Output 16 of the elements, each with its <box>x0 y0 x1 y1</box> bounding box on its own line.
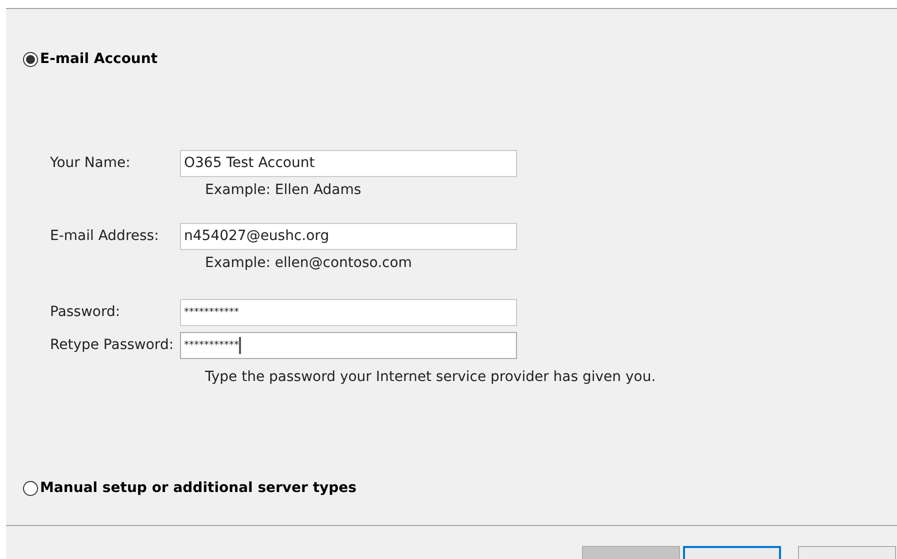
field-label: Your Name: <box>50 154 132 173</box>
text-field[interactable]: *********** <box>180 299 517 326</box>
field-label: Password: <box>50 303 122 322</box>
hint-text: Type the password your Internet service provider has given you. <box>205 368 657 387</box>
radio-label: Manual setup or additional server types <box>40 479 356 498</box>
example-text: Example: ellen@contoso.com <box>205 254 413 273</box>
radio-button[interactable] <box>23 481 38 496</box>
text-field[interactable]: *********** <box>180 332 517 359</box>
text-cursor <box>239 337 241 354</box>
radio-button[interactable] <box>23 52 38 67</box>
text-field[interactable]: O365 Test Account <box>180 150 517 177</box>
example-text: Example: Ellen Adams <box>205 181 362 200</box>
radio-label: E-mail Account <box>40 50 158 69</box>
field-label: Retype Password: <box>50 336 175 355</box>
text-field[interactable]: n454027@eushc.org <box>180 223 517 250</box>
field-label: E-mail Address: <box>50 227 160 246</box>
